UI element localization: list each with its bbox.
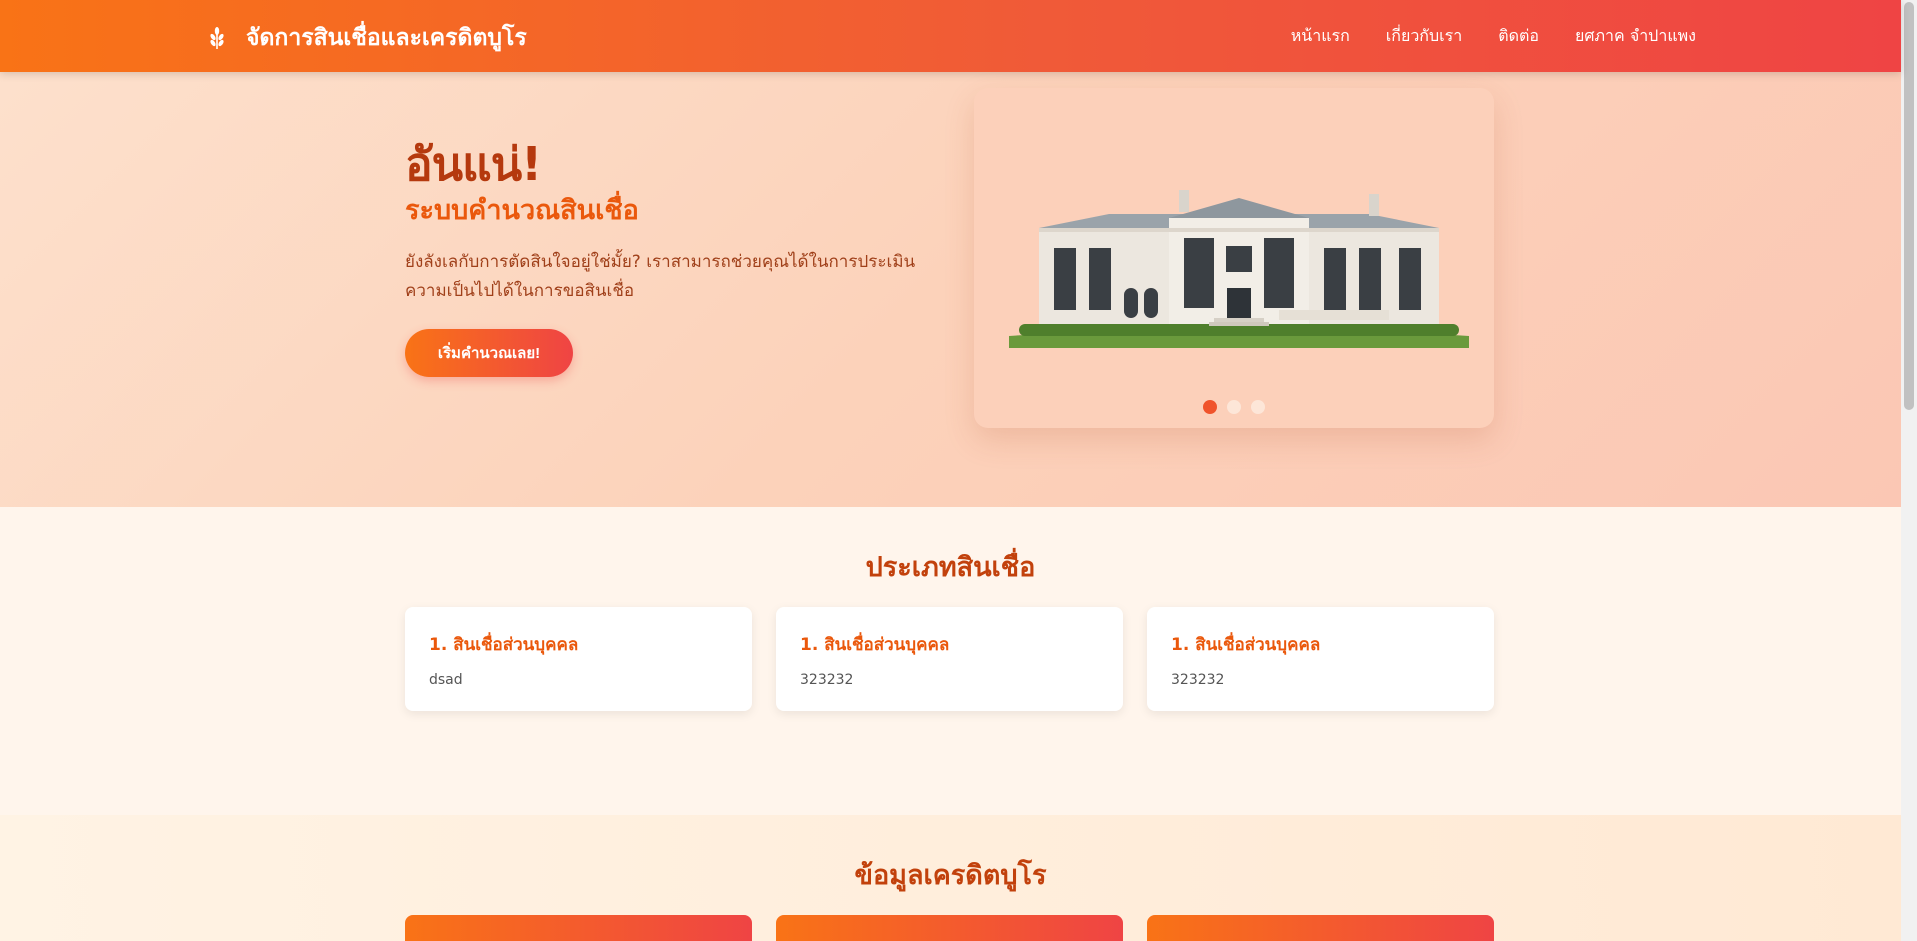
- nav-links: หน้าแรก เกี่ยวกับเรา ติดต่อ ยศภาค จำปาแพ…: [1291, 24, 1696, 49]
- credit-bureau-title: ข้อมูลเครดิตบูโร: [854, 860, 1047, 891]
- credit-bureau-section: ข้อมูลเครดิตบูโร: [0, 815, 1901, 941]
- nav-link-contact[interactable]: ติดต่อ: [1498, 24, 1539, 49]
- scrollbar-thumb[interactable]: [1904, 2, 1914, 410]
- loan-types-title: ประเภทสินเชื่อ: [865, 552, 1036, 583]
- hero-section: อันแน่! ระบบคำนวณสินเชื่อ ยังลังเลกับการ…: [0, 72, 1901, 507]
- loan-card-desc: 323232: [800, 672, 854, 688]
- brand[interactable]: จัดการสินเชื่อและเครดิตบูโร: [206, 20, 527, 56]
- credit-card[interactable]: [1147, 915, 1494, 941]
- carousel-dot-3[interactable]: [1251, 400, 1265, 414]
- loan-card-title: 1. สินเชื่อส่วนบุคคล: [800, 635, 950, 655]
- loan-card[interactable]: 1. สินเชื่อส่วนบุคคล dsad: [405, 607, 752, 711]
- credit-cards: [405, 915, 1494, 941]
- nav-link-user[interactable]: ยศภาค จำปาแพง: [1575, 24, 1696, 49]
- carousel-dot-2[interactable]: [1227, 400, 1241, 414]
- loan-card-desc: dsad: [429, 672, 463, 688]
- carousel-dot-1[interactable]: [1203, 400, 1217, 414]
- nav-link-about[interactable]: เกี่ยวกับเรา: [1386, 24, 1462, 49]
- brand-title: จัดการสินเชื่อและเครดิตบูโร: [246, 25, 527, 51]
- loan-card[interactable]: 1. สินเชื่อส่วนบุคคล 323232: [1147, 607, 1494, 711]
- loan-types-section: ประเภทสินเชื่อ 1. สินเชื่อส่วนบุคคล dsad…: [0, 507, 1901, 815]
- loan-card-title: 1. สินเชื่อส่วนบุคคล: [1171, 635, 1321, 655]
- hero-description: ยังลังเลกับการตัดสินใจอยู่ใช่มั้ย? เราสา…: [405, 252, 916, 301]
- loan-cards: 1. สินเชื่อส่วนบุคคล dsad 1. สินเชื่อส่ว…: [405, 607, 1494, 711]
- page-scrollbar[interactable]: [1901, 0, 1917, 941]
- wheat-icon: [210, 27, 224, 49]
- nav-link-home[interactable]: หน้าแรก: [1291, 24, 1350, 49]
- credit-card[interactable]: [405, 915, 752, 941]
- house-image: [1009, 190, 1469, 348]
- carousel-dots: [1203, 400, 1265, 414]
- hero-subtitle: ระบบคำนวณสินเชื่อ: [405, 195, 639, 226]
- start-calculate-button[interactable]: เริ่มคำนวณเลย!: [405, 329, 573, 377]
- loan-card-title: 1. สินเชื่อส่วนบุคคล: [429, 635, 579, 655]
- image-carousel[interactable]: [974, 88, 1494, 428]
- loan-card[interactable]: 1. สินเชื่อส่วนบุคคล 323232: [776, 607, 1123, 711]
- navbar: จัดการสินเชื่อและเครดิตบูโร หน้าแรก เกี่…: [0, 0, 1901, 72]
- credit-card[interactable]: [776, 915, 1123, 941]
- loan-card-desc: 323232: [1171, 672, 1225, 688]
